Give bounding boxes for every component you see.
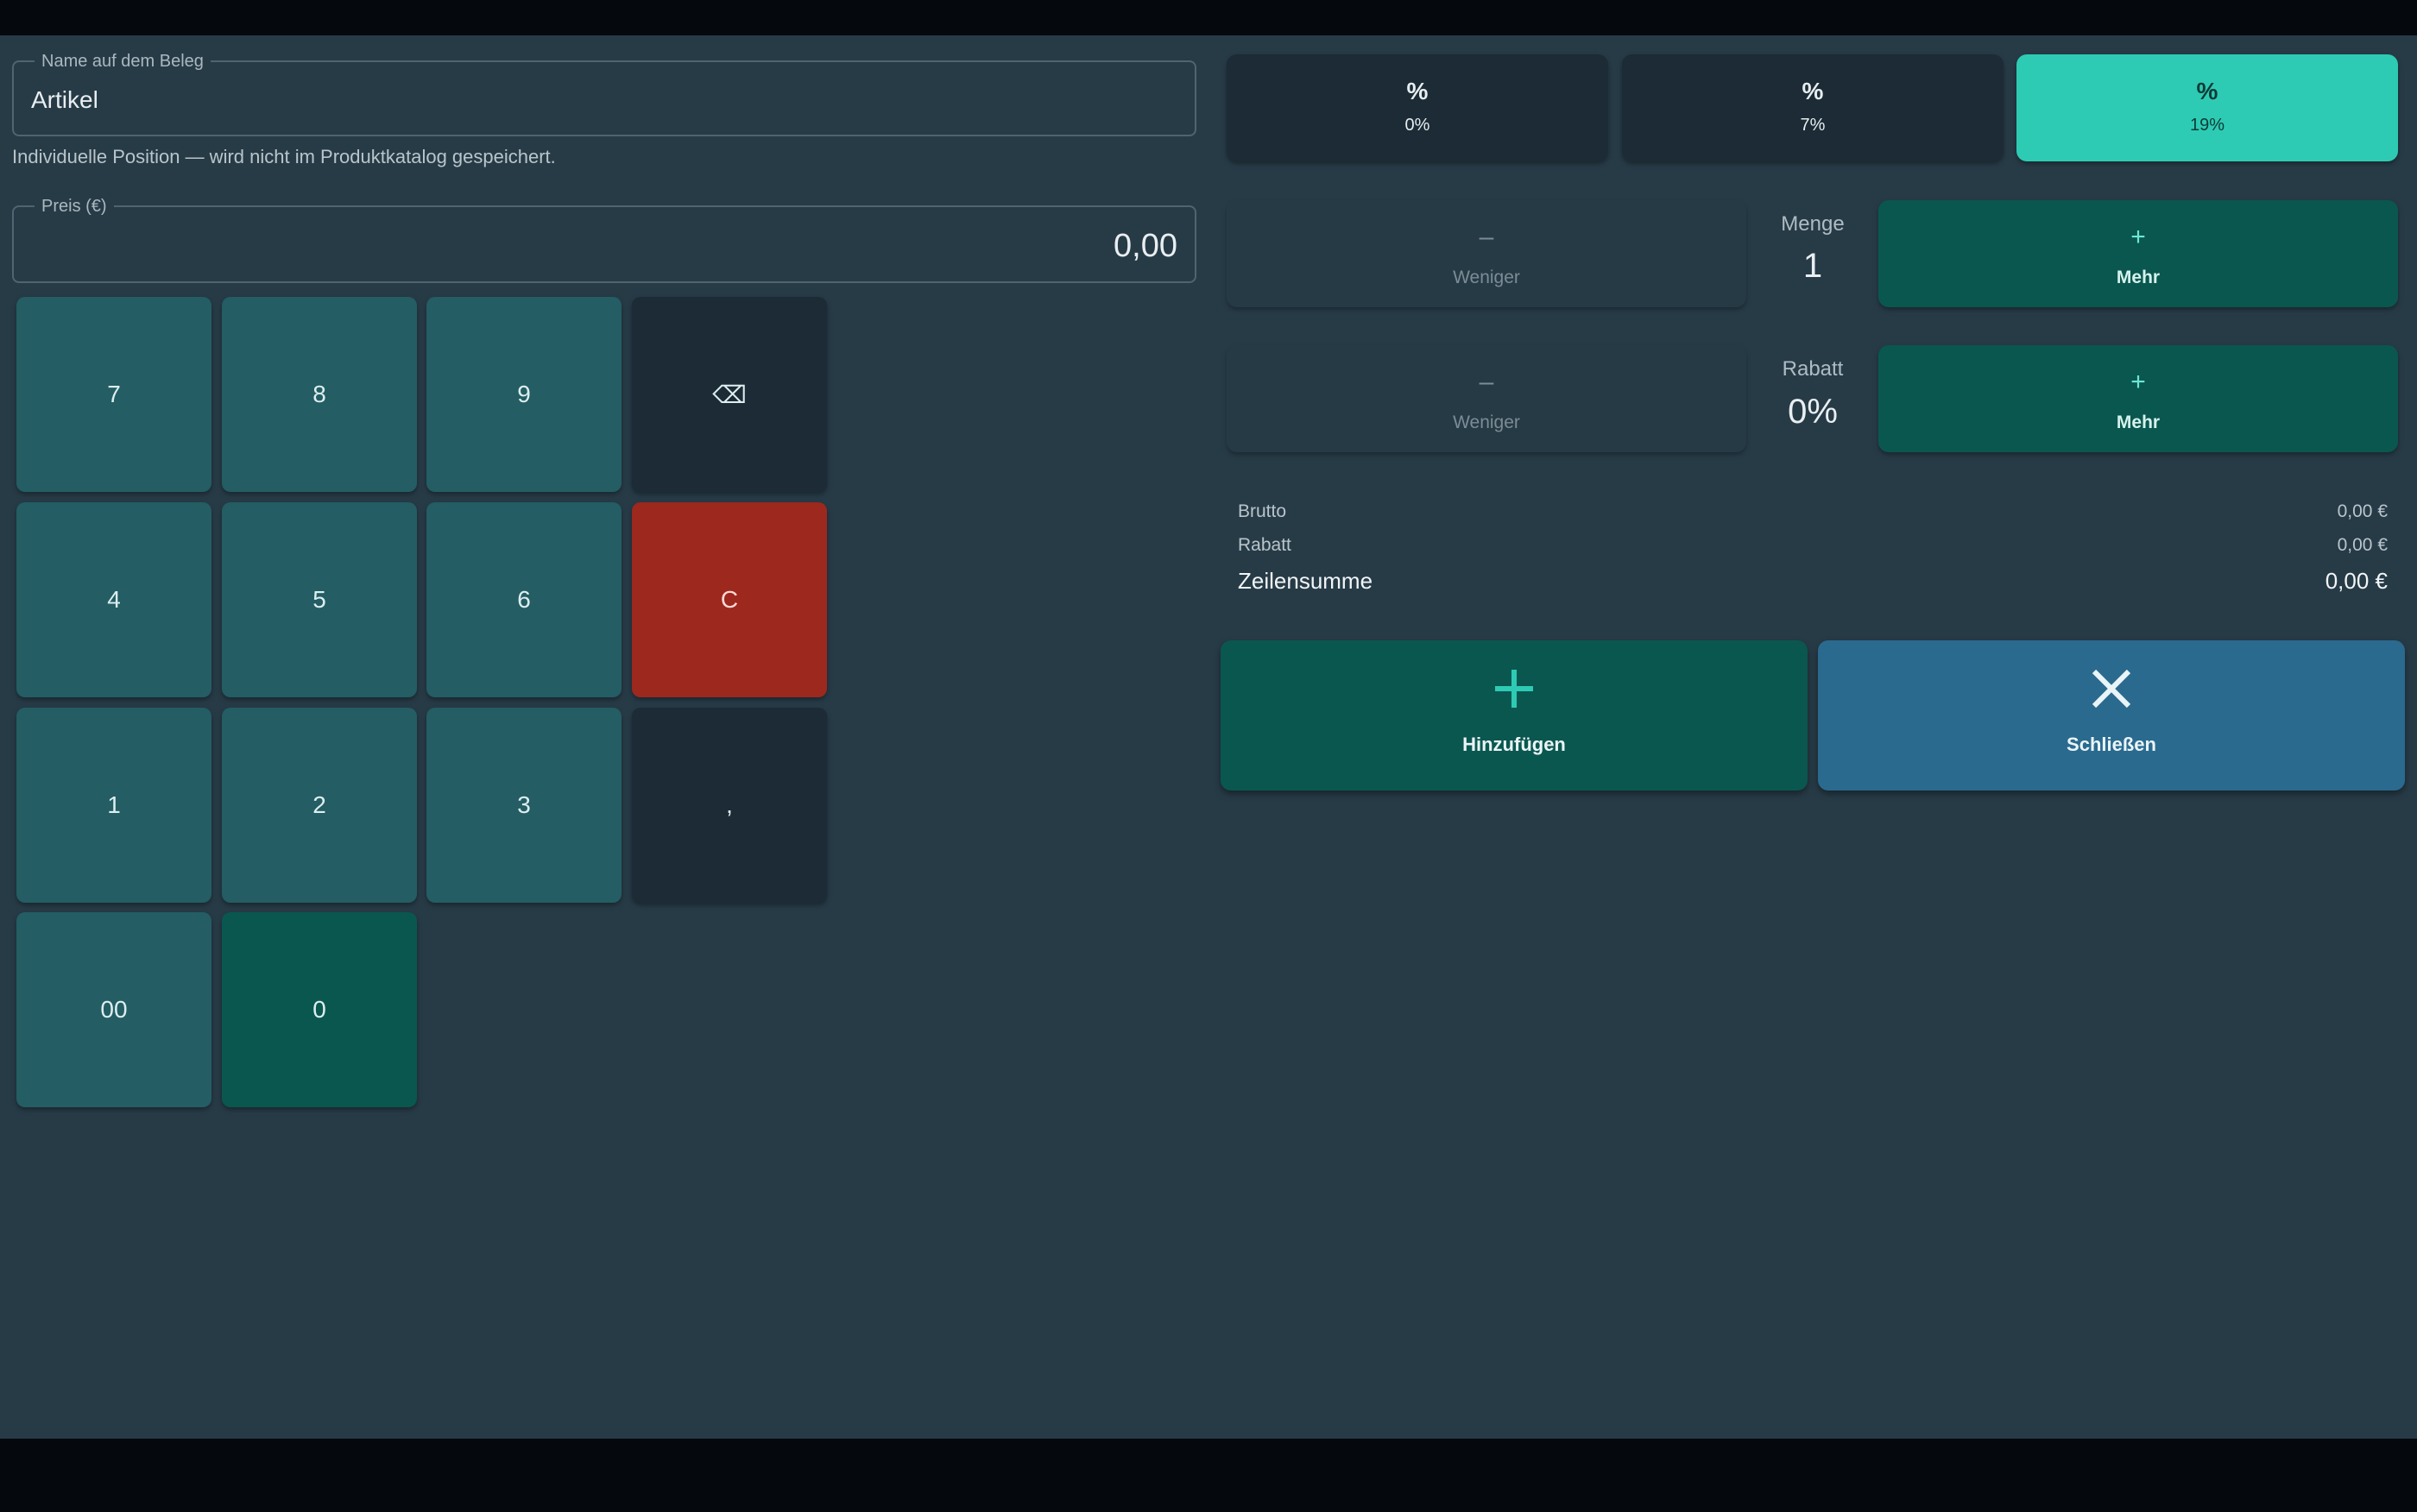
plus-icon: + (2130, 223, 2146, 251)
key-2[interactable]: 2 (222, 708, 417, 903)
line-total-label: Zeilensumme (1238, 568, 1373, 594)
price-value[interactable]: 0,00 (1114, 228, 1177, 265)
add-button[interactable]: Hinzufügen (1221, 640, 1808, 791)
summary-gross-row: Brutto 0,00 € (1238, 501, 2388, 527)
summary-discount-row: Rabatt 0,00 € (1238, 535, 2388, 561)
receipt-name-value[interactable]: Artikel (31, 86, 98, 114)
quantity-more-label: Mehr (2116, 268, 2161, 287)
close-icon (1818, 666, 2405, 715)
key-7[interactable]: 7 (16, 297, 211, 492)
key-6[interactable]: 6 (426, 502, 622, 697)
key-1[interactable]: 1 (16, 708, 211, 903)
add-label: Hinzufügen (1462, 734, 1566, 755)
line-total-value: 0,00 € (2325, 568, 2388, 594)
discount-title: Rabatt (1782, 357, 1844, 381)
price-field[interactable]: Preis (€) 0,00 (12, 196, 1196, 283)
close-label: Schließen (2067, 734, 2156, 755)
summary-total-row: Zeilensumme 0,00 € (1238, 568, 2388, 594)
tax-button-0[interactable]: % 0% (1227, 54, 1608, 161)
helper-text: Individuelle Position — wird nicht im Pr… (12, 146, 556, 167)
minus-icon: – (1479, 223, 1494, 251)
close-button[interactable]: Schließen (1818, 640, 2405, 791)
tax-button-7[interactable]: % 7% (1622, 54, 2004, 161)
key-4[interactable]: 4 (16, 502, 211, 697)
gross-label: Brutto (1238, 501, 1287, 521)
tax-label-7: 7% (1800, 116, 1826, 135)
key-3[interactable]: 3 (426, 708, 622, 903)
discount-more-label: Mehr (2116, 413, 2161, 432)
key-8[interactable]: 8 (222, 297, 417, 492)
plus-icon (1221, 666, 1808, 715)
quantity-title: Menge (1781, 212, 1845, 236)
tax-label-19: 19% (2189, 116, 2225, 135)
tax-label-0: 0% (1404, 116, 1430, 135)
key-0[interactable]: 0 (222, 912, 417, 1107)
discount-more-button[interactable]: + Mehr (1878, 345, 2398, 452)
plus-icon: + (2130, 368, 2146, 396)
discount-less-label: Weniger (1453, 413, 1520, 432)
quantity-more-button[interactable]: + Mehr (1878, 200, 2398, 307)
percent-icon: % (2196, 78, 2218, 104)
key-9[interactable]: 9 (426, 297, 622, 492)
discount-sum-value: 0,00 € (2337, 535, 2388, 555)
gross-value: 0,00 € (2337, 501, 2388, 521)
receipt-name-label: Name auf dem Beleg (35, 51, 211, 72)
discount-sum-label: Rabatt (1238, 535, 1291, 555)
backspace-button[interactable]: ⌫ (632, 297, 827, 492)
custom-item-dialog: Name auf dem Beleg Artikel Individuelle … (0, 35, 2417, 1439)
key-5[interactable]: 5 (222, 502, 417, 697)
comma-button[interactable]: , (632, 708, 827, 903)
quantity-less-label: Weniger (1453, 268, 1520, 287)
tax-button-19[interactable]: % 19% (2016, 54, 2398, 161)
backspace-icon: ⌫ (712, 381, 747, 408)
minus-icon: – (1479, 368, 1494, 396)
clear-button[interactable]: C (632, 502, 827, 697)
quantity-less-button[interactable]: – Weniger (1227, 200, 1746, 307)
key-00[interactable]: 00 (16, 912, 211, 1107)
price-label: Preis (€) (35, 196, 114, 217)
percent-icon: % (1406, 78, 1429, 104)
receipt-name-field[interactable]: Name auf dem Beleg Artikel (12, 51, 1196, 136)
quantity-value: 1 (1802, 247, 1823, 285)
discount-value: 0% (1788, 393, 1838, 431)
discount-less-button[interactable]: – Weniger (1227, 345, 1746, 452)
percent-icon: % (1802, 78, 1824, 104)
